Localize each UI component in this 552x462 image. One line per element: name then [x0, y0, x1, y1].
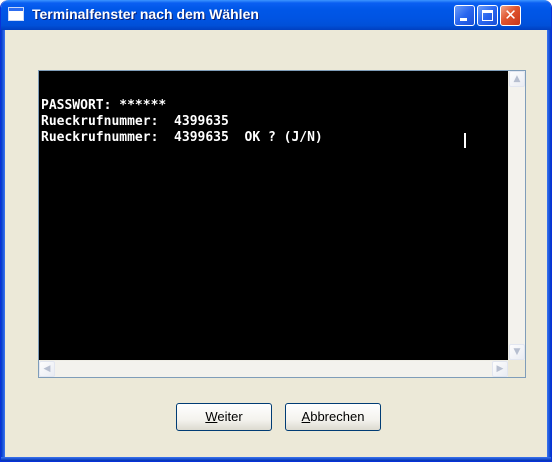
window-border-left	[1, 30, 5, 461]
abbrechen-button[interactable]: Abbrechen	[285, 403, 381, 431]
title-bar[interactable]: Terminalfenster nach dem Wählen ✕	[1, 0, 551, 30]
maximize-icon	[482, 10, 493, 21]
weiter-mnemonic: W	[205, 409, 218, 424]
terminal-line-password: PASSWORT: ******	[41, 98, 167, 113]
scrollbar-corner	[508, 360, 525, 377]
minimize-button[interactable]	[454, 5, 475, 26]
close-button[interactable]: ✕	[500, 5, 521, 26]
window-border-right	[547, 30, 551, 461]
scroll-right-arrow-icon[interactable]: ▶	[492, 361, 508, 377]
text-cursor	[464, 133, 466, 148]
window-icon	[8, 7, 24, 21]
terminal-line-callback-number: Rueckrufnummer: 4399635	[41, 114, 229, 129]
vertical-scrollbar[interactable]: ▲ ▼	[508, 71, 525, 360]
scroll-down-arrow-icon[interactable]: ▼	[509, 344, 525, 360]
close-icon: ✕	[504, 6, 517, 24]
terminal-text: PASSWORT: ****** Rueckrufnummer: 4399635 R…	[41, 98, 323, 146]
terminal-dialog-window: Terminalfenster nach dem Wählen ✕ PASSWO…	[0, 0, 552, 462]
weiter-button[interactable]: Weiter	[176, 403, 272, 431]
weiter-label: eiter	[217, 409, 243, 424]
window-border-bottom	[1, 457, 551, 461]
horizontal-scrollbar[interactable]: ◀ ▶	[39, 360, 508, 377]
terminal-line-callback-confirm: Rueckrufnummer: 4399635 OK ? (J/N)	[41, 130, 323, 145]
abbrechen-mnemonic: A	[301, 409, 311, 424]
abbrechen-label: bbrechen	[310, 409, 365, 424]
window-title: Terminalfenster nach dem Wählen	[32, 6, 259, 22]
scroll-up-arrow-icon[interactable]: ▲	[509, 71, 525, 87]
minimize-icon	[460, 18, 467, 21]
scroll-left-arrow-icon[interactable]: ◀	[39, 361, 55, 377]
terminal-output[interactable]: PASSWORT: ****** Rueckrufnummer: 4399635 R…	[38, 70, 526, 378]
maximize-button[interactable]	[477, 5, 498, 26]
